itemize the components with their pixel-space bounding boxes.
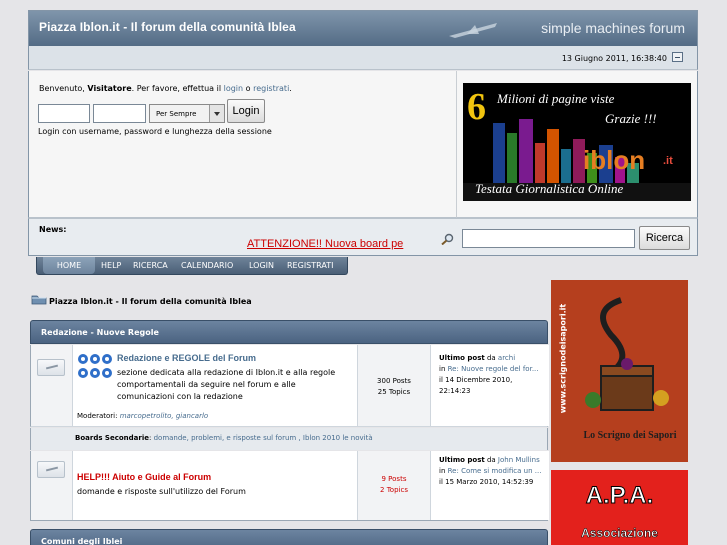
- main-menu: HOME HELP RICERCA CALENDARIO LOGIN REGIS…: [36, 257, 348, 275]
- news-bar: News: ATTENZIONE!! Nuova board pe Ricerc…: [28, 218, 698, 256]
- visitor-name: Visitatore: [87, 84, 132, 93]
- moderators-label: Moderatori:: [77, 412, 118, 420]
- banner-number: 6: [467, 86, 486, 128]
- board-read-icon[interactable]: [37, 359, 65, 376]
- banner-brand-suffix: .it: [663, 155, 673, 167]
- apa-title: A.P.A.: [585, 482, 654, 510]
- board-read-icon[interactable]: [37, 461, 65, 478]
- last-post-in: in: [439, 467, 446, 475]
- collapse-header-button[interactable]: [672, 52, 683, 62]
- scrigno-url: www.scrignodeisapori.it: [558, 303, 568, 414]
- menu-item-home[interactable]: HOME: [43, 257, 95, 274]
- date-bar: 13 Giugno 2011, 16:38:40: [28, 46, 698, 70]
- or-text: o: [243, 84, 254, 93]
- apa-ad[interactable]: A.P.A. Associazione: [551, 470, 688, 545]
- user-login-box: Benvenuto, Visitatore. Per favore, effet…: [28, 71, 456, 218]
- menu-item-help[interactable]: HELP: [101, 261, 121, 270]
- board-description: domande e risposte sull'utilizzo del For…: [77, 487, 246, 496]
- board-title[interactable]: Redazione e REGOLE del Forum: [117, 353, 256, 363]
- last-post-topic-link[interactable]: Re: Come si modifica un ...: [448, 467, 542, 475]
- current-date: 13 Giugno 2011, 16:38:40: [561, 54, 667, 63]
- menu-item-search[interactable]: RICERCA: [133, 261, 168, 270]
- forum-header: Piazza Iblon.it - Il forum della comunit…: [28, 10, 698, 46]
- menu-item-calendar[interactable]: CALENDARIO: [181, 261, 233, 270]
- board-stats-cell: 300 Posts 25 Topics: [358, 345, 431, 426]
- category-header[interactable]: Redazione - Nuove Regole: [30, 320, 548, 344]
- last-post-label: Ultimo post: [439, 456, 485, 464]
- child-boards-label: Boards Secondarie: [75, 434, 149, 442]
- session-length-value: Per Sempre: [156, 110, 197, 118]
- category-title: Redazione - Nuove Regole: [41, 328, 159, 337]
- board-status-cell: [31, 451, 73, 520]
- board-stats-cell: 9 Posts 2 Topics: [358, 451, 431, 520]
- login-hint: Login con username, password e lunghezza…: [38, 127, 272, 136]
- last-post-topic-link[interactable]: Re: Nuove regole del for...: [448, 365, 539, 373]
- search-input[interactable]: [462, 229, 635, 248]
- scrigno-caption: Lo Scrigno dei Sapori: [583, 430, 677, 441]
- smf-logo-icon: [449, 23, 497, 38]
- news-ticker-link[interactable]: ATTENZIONE!! Nuova board pe: [247, 238, 403, 250]
- board-last-post-cell: Ultimo post da archi in Re: Nuove regole…: [431, 345, 549, 426]
- search-button[interactable]: Ricerca: [639, 226, 690, 250]
- board-posts: 9 Posts: [381, 475, 407, 483]
- category-title: Comuni degli Iblei: [41, 537, 123, 545]
- last-post-date: il 15 Marzo 2010, 14:52:39: [439, 478, 534, 486]
- board-description-text: sezione dedicata alla redazione di Iblon…: [117, 368, 336, 401]
- board-status-cell: [31, 345, 73, 426]
- iblon-banner[interactable]: 6 Milioni di pagine viste Grazie !!! ibl…: [463, 83, 691, 201]
- banner-brand: iblon: [583, 145, 646, 175]
- news-label: News:: [39, 225, 67, 234]
- last-post-date: il 14 Dicembre 2010, 22:14:23: [439, 376, 513, 395]
- child-boards-links[interactable]: domande, problemi, e risposte sul forum …: [154, 434, 373, 442]
- register-link[interactable]: registrati: [253, 84, 289, 93]
- welcome-end: .: [289, 84, 292, 93]
- board-topics: 25 Topics: [377, 388, 411, 396]
- board-info-cell: Redazione e REGOLE del Forum sezione ded…: [73, 345, 358, 426]
- folder-icon: [31, 295, 47, 305]
- banner-line1: Milioni di pagine viste: [497, 91, 615, 106]
- board-info-cell: HELP!!! Aiuto e Guide al Forum domande e…: [73, 451, 358, 520]
- board-posts: 300 Posts: [377, 377, 411, 385]
- login-link[interactable]: login: [224, 84, 244, 93]
- menu-item-login[interactable]: LOGIN: [249, 261, 274, 270]
- username-input[interactable]: [38, 104, 90, 123]
- board-moderators: Moderatori: marcopetrolito, giancarlo: [77, 411, 208, 422]
- child-boards-row: Boards Secondarie: domande, problemi, e …: [30, 428, 548, 450]
- last-post-info: Ultimo post da John Mullins in Re: Come …: [439, 455, 543, 488]
- welcome-text: Benvenuto, Visitatore. Per favore, effet…: [39, 84, 292, 93]
- last-post-user-link[interactable]: John Mullins: [498, 456, 540, 464]
- smf-logo-text: simple machines forum: [541, 20, 685, 36]
- scrigno-ad[interactable]: www.scrignodeisapori.it Lo Scrigno dei S…: [551, 280, 688, 462]
- moderators-links[interactable]: marcopetrolito, giancarlo: [120, 412, 209, 420]
- category-header[interactable]: Comuni degli Iblei: [30, 529, 548, 545]
- banner-line2: Grazie !!!: [605, 111, 657, 126]
- last-post-user-link[interactable]: archi: [498, 354, 515, 362]
- last-post-in: in: [439, 365, 446, 373]
- board-description: sezione dedicata alla redazione di Iblon…: [117, 367, 353, 403]
- board-topics: 2 Topics: [380, 486, 408, 494]
- session-length-select[interactable]: Per Sempre: [149, 104, 225, 123]
- last-post-info: Ultimo post da archi in Re: Nuove regole…: [439, 353, 543, 397]
- search-icon: [441, 233, 454, 245]
- board-last-post-cell: Ultimo post da John Mullins in Re: Come …: [431, 451, 549, 520]
- welcome-mid: . Per favore, effettua il: [131, 84, 224, 93]
- breadcrumb[interactable]: Piazza Iblon.it - Il forum della comunit…: [49, 297, 252, 306]
- chevron-down-icon[interactable]: [209, 105, 224, 122]
- last-post-label: Ultimo post: [439, 354, 485, 362]
- banner-tagline: Testata Giornalistica Online: [475, 181, 624, 196]
- last-post-by: da: [486, 354, 496, 362]
- banner-box: 6 Milioni di pagine viste Grazie !!! ibl…: [456, 71, 698, 218]
- child-boards: Boards Secondarie: domande, problemi, e …: [75, 434, 373, 442]
- board-row: HELP!!! Aiuto e Guide al Forum domande e…: [30, 451, 549, 521]
- welcome-prefix: Benvenuto,: [39, 84, 88, 93]
- board-row: Redazione e REGOLE del Forum sezione ded…: [30, 345, 549, 427]
- last-post-by: da: [486, 456, 496, 464]
- board-title[interactable]: HELP!!! Aiuto e Guide al Forum: [77, 472, 211, 482]
- login-button[interactable]: Login: [227, 99, 265, 123]
- moderation-icons: [78, 354, 112, 378]
- menu-item-register[interactable]: REGISTRATI: [287, 261, 333, 270]
- forum-title: Piazza Iblon.it - Il forum della comunit…: [39, 20, 296, 34]
- password-input[interactable]: [93, 104, 146, 123]
- apa-subtitle: Associazione: [581, 526, 658, 541]
